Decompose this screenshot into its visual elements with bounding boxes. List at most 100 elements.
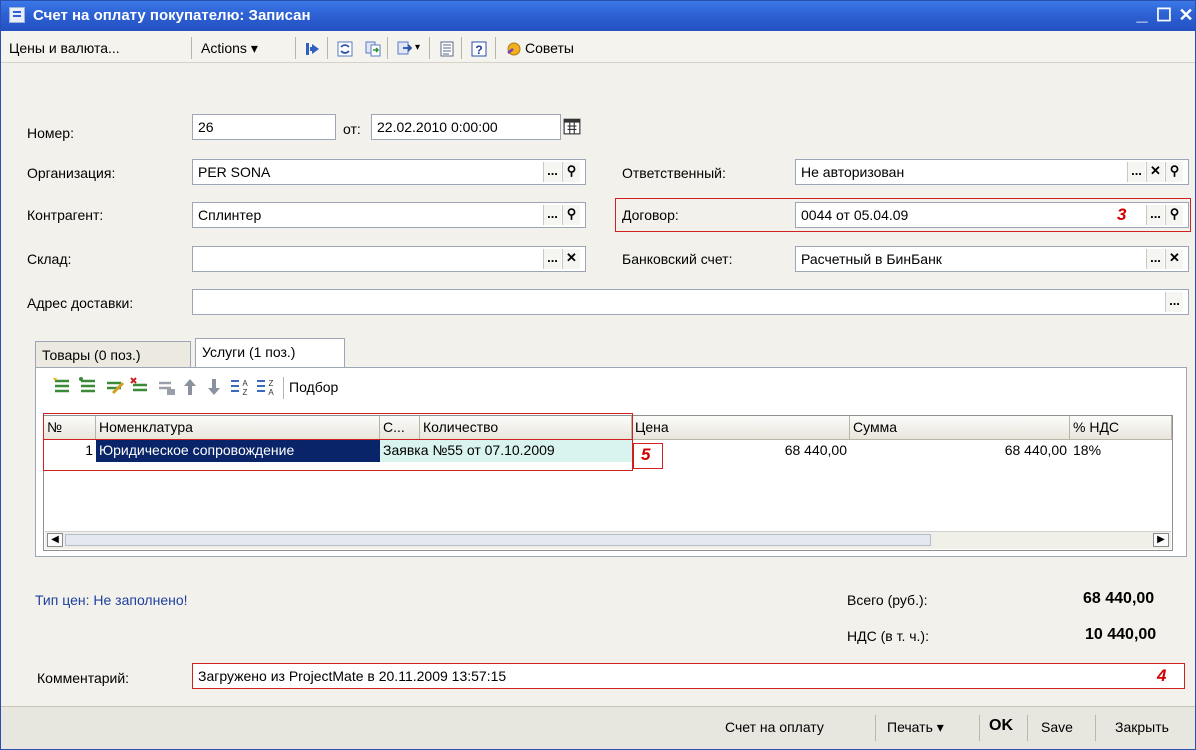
total-value: 68 440,00	[1083, 590, 1155, 607]
print-menu-button[interactable]: Печать ▾	[887, 719, 944, 736]
search-icon[interactable]: ⚲	[562, 162, 580, 182]
column-header-sum[interactable]: Сумма	[850, 416, 1070, 440]
pick-button[interactable]: Подбор	[289, 379, 338, 395]
horizontal-scrollbar[interactable]: ◀ ▶	[45, 531, 1171, 549]
table-toolbar: AZ ZA Подбор	[49, 375, 549, 401]
tab-goods[interactable]: Товары (0 поз.)	[35, 341, 191, 369]
post-icon[interactable]	[155, 377, 177, 397]
number-label: Номер:	[27, 125, 74, 141]
actions-menu-button[interactable]: Actions ▾	[201, 37, 258, 59]
clear-icon[interactable]: ✕	[1146, 162, 1164, 182]
window-title: Счет на оплату покупателю: Записан	[33, 7, 311, 24]
tips-icon[interactable]	[501, 37, 523, 59]
chevron-down-icon: ▾	[250, 40, 258, 56]
refresh-icon[interactable]	[333, 37, 355, 59]
structure-icon[interactable]	[393, 37, 415, 59]
minimize-button[interactable]: _	[1131, 3, 1153, 26]
counterparty-label: Контрагент:	[27, 207, 104, 223]
list-icon[interactable]	[435, 37, 457, 59]
number-field[interactable]: 26	[192, 114, 336, 140]
responsible-field[interactable]: Не авторизован ... ✕ ⚲	[795, 159, 1189, 185]
button-separator	[979, 715, 980, 741]
delivery-address-field[interactable]: ...	[192, 289, 1189, 315]
tab-services[interactable]: Услуги (1 поз.)	[195, 338, 345, 368]
scroll-left-icon[interactable]: ◀	[47, 533, 63, 547]
scrollbar-thumb[interactable]	[65, 534, 931, 546]
column-header-vat[interactable]: % НДС	[1070, 416, 1172, 440]
add-row-icon[interactable]	[51, 377, 73, 397]
close-dialog-button[interactable]: Закрыть	[1115, 719, 1169, 735]
svg-text:?: ?	[475, 43, 482, 57]
clear-icon[interactable]: ✕	[562, 249, 580, 269]
responsible-value: Не авторизован	[801, 164, 905, 180]
price-cell[interactable]: 68 440,00	[632, 440, 850, 462]
svg-text:Z: Z	[243, 388, 248, 397]
select-button[interactable]: ...	[1165, 292, 1183, 312]
table-marker: 5	[641, 445, 651, 464]
chevron-down-icon[interactable]: ▾	[415, 37, 420, 59]
search-icon[interactable]: ⚲	[1165, 205, 1183, 225]
date-field[interactable]: 22.02.2010 0:00:00	[371, 114, 561, 140]
move-up-icon[interactable]	[181, 377, 199, 397]
comment-field[interactable]: Загружено из ProjectMate в 20.11.2009 13…	[192, 663, 1185, 689]
invoice-button[interactable]: Счет на оплату	[725, 719, 824, 735]
prices-currency-button[interactable]: Цены и валюта...	[9, 37, 120, 59]
responsible-label: Ответственный:	[622, 165, 726, 181]
maximize-button[interactable]: ☐	[1153, 5, 1175, 26]
delivery-address-label: Адрес доставки:	[27, 295, 134, 311]
close-button[interactable]: ✕	[1175, 5, 1196, 26]
column-header-price[interactable]: Цена	[632, 416, 850, 440]
copy-icon[interactable]	[361, 37, 383, 59]
arrow-icon[interactable]	[301, 37, 323, 59]
sum-cell[interactable]: 68 440,00	[850, 440, 1070, 462]
title-bar[interactable]: Счет на оплату покупателю: Записан _ ☐ ✕	[1, 1, 1195, 31]
save-button[interactable]: Save	[1041, 719, 1073, 735]
ok-button[interactable]: OK	[989, 717, 1013, 735]
vat-cell[interactable]: 18%	[1070, 440, 1172, 462]
contract-label: Договор:	[622, 207, 679, 223]
select-button[interactable]: ...	[543, 205, 561, 225]
bank-account-value: Расчетный в БинБанк	[801, 251, 942, 267]
contract-field[interactable]: 0044 от 05.04.09 ... ⚲	[795, 202, 1189, 228]
scroll-right-icon[interactable]: ▶	[1153, 533, 1169, 547]
select-button[interactable]: ...	[543, 162, 561, 182]
contract-value: 0044 от 05.04.09	[801, 207, 909, 223]
chevron-down-icon: ▾	[936, 719, 944, 735]
clear-icon[interactable]: ✕	[1165, 249, 1183, 269]
contract-marker: 3	[1117, 205, 1127, 224]
toolbar-separator	[295, 37, 296, 59]
bank-account-field[interactable]: Расчетный в БинБанк ... ✕	[795, 246, 1189, 272]
button-separator	[875, 715, 876, 741]
price-type-link[interactable]: Тип цен: Не заполнено!	[35, 592, 188, 608]
highlight-divider	[43, 439, 633, 440]
calendar-icon[interactable]	[563, 117, 583, 137]
search-icon[interactable]: ⚲	[1165, 162, 1183, 182]
organization-field[interactable]: PER SONA ... ⚲	[192, 159, 586, 185]
help-icon[interactable]: ?	[467, 37, 489, 59]
actions-label: Actions	[201, 40, 247, 56]
copy-row-icon[interactable]	[77, 377, 99, 397]
svg-text:Z: Z	[269, 379, 274, 388]
toolbar-separator	[495, 37, 496, 59]
sort-ascending-icon[interactable]: AZ	[229, 377, 251, 397]
delete-row-icon[interactable]	[129, 377, 151, 397]
select-button[interactable]: ...	[1127, 162, 1145, 182]
tips-button[interactable]: Советы	[525, 37, 574, 59]
select-button[interactable]: ...	[1146, 205, 1164, 225]
toolbar-separator	[283, 377, 284, 399]
print-label: Печать	[887, 719, 933, 735]
warehouse-label: Склад:	[27, 251, 72, 267]
svg-text:A: A	[242, 379, 248, 388]
invoice-window: Счет на оплату покупателю: Записан _ ☐ ✕…	[0, 0, 1196, 750]
counterparty-field[interactable]: Сплинтер ... ⚲	[192, 202, 586, 228]
select-button[interactable]: ...	[543, 249, 561, 269]
search-icon[interactable]: ⚲	[562, 205, 580, 225]
select-button[interactable]: ...	[1146, 249, 1164, 269]
warehouse-field[interactable]: ... ✕	[192, 246, 586, 272]
toolbar-separator	[461, 37, 462, 59]
move-down-icon[interactable]	[205, 377, 223, 397]
edit-row-icon[interactable]	[103, 377, 125, 397]
sort-descending-icon[interactable]: ZA	[255, 377, 277, 397]
document-icon	[9, 7, 25, 23]
toolbar-separator	[387, 37, 388, 59]
